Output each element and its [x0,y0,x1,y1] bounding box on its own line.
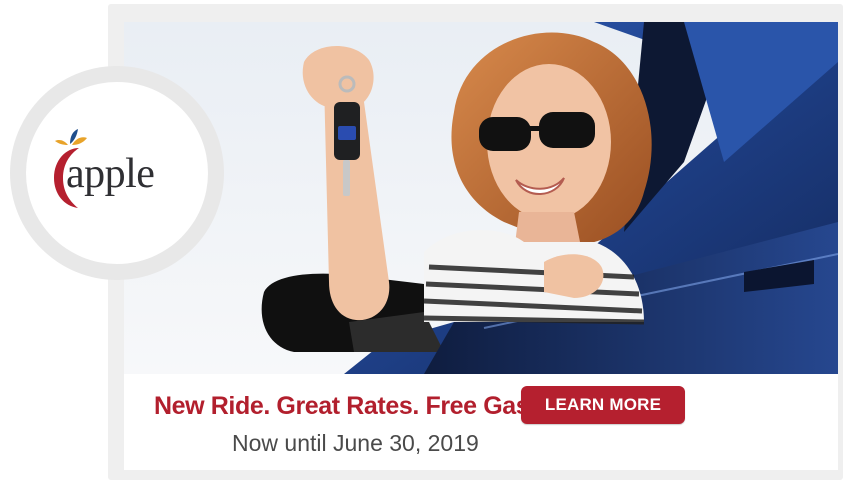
promo-headline: New Ride. Great Rates. Free Gas!* [154,392,547,420]
promo-dates: Now until June 30, 2019 [232,430,479,456]
promo-banner[interactable]: New Ride. Great Rates. Free Gas!* Now un… [124,22,838,470]
learn-more-button[interactable]: LEARN MORE [521,386,685,424]
logo-wordmark: apple [66,151,155,197]
woman-in-car-illustration [124,22,838,374]
promo-caption: New Ride. Great Rates. Free Gas!* Now un… [124,374,838,470]
page: New Ride. Great Rates. Free Gas!* Now un… [0,0,843,481]
promo-photo [124,22,838,374]
